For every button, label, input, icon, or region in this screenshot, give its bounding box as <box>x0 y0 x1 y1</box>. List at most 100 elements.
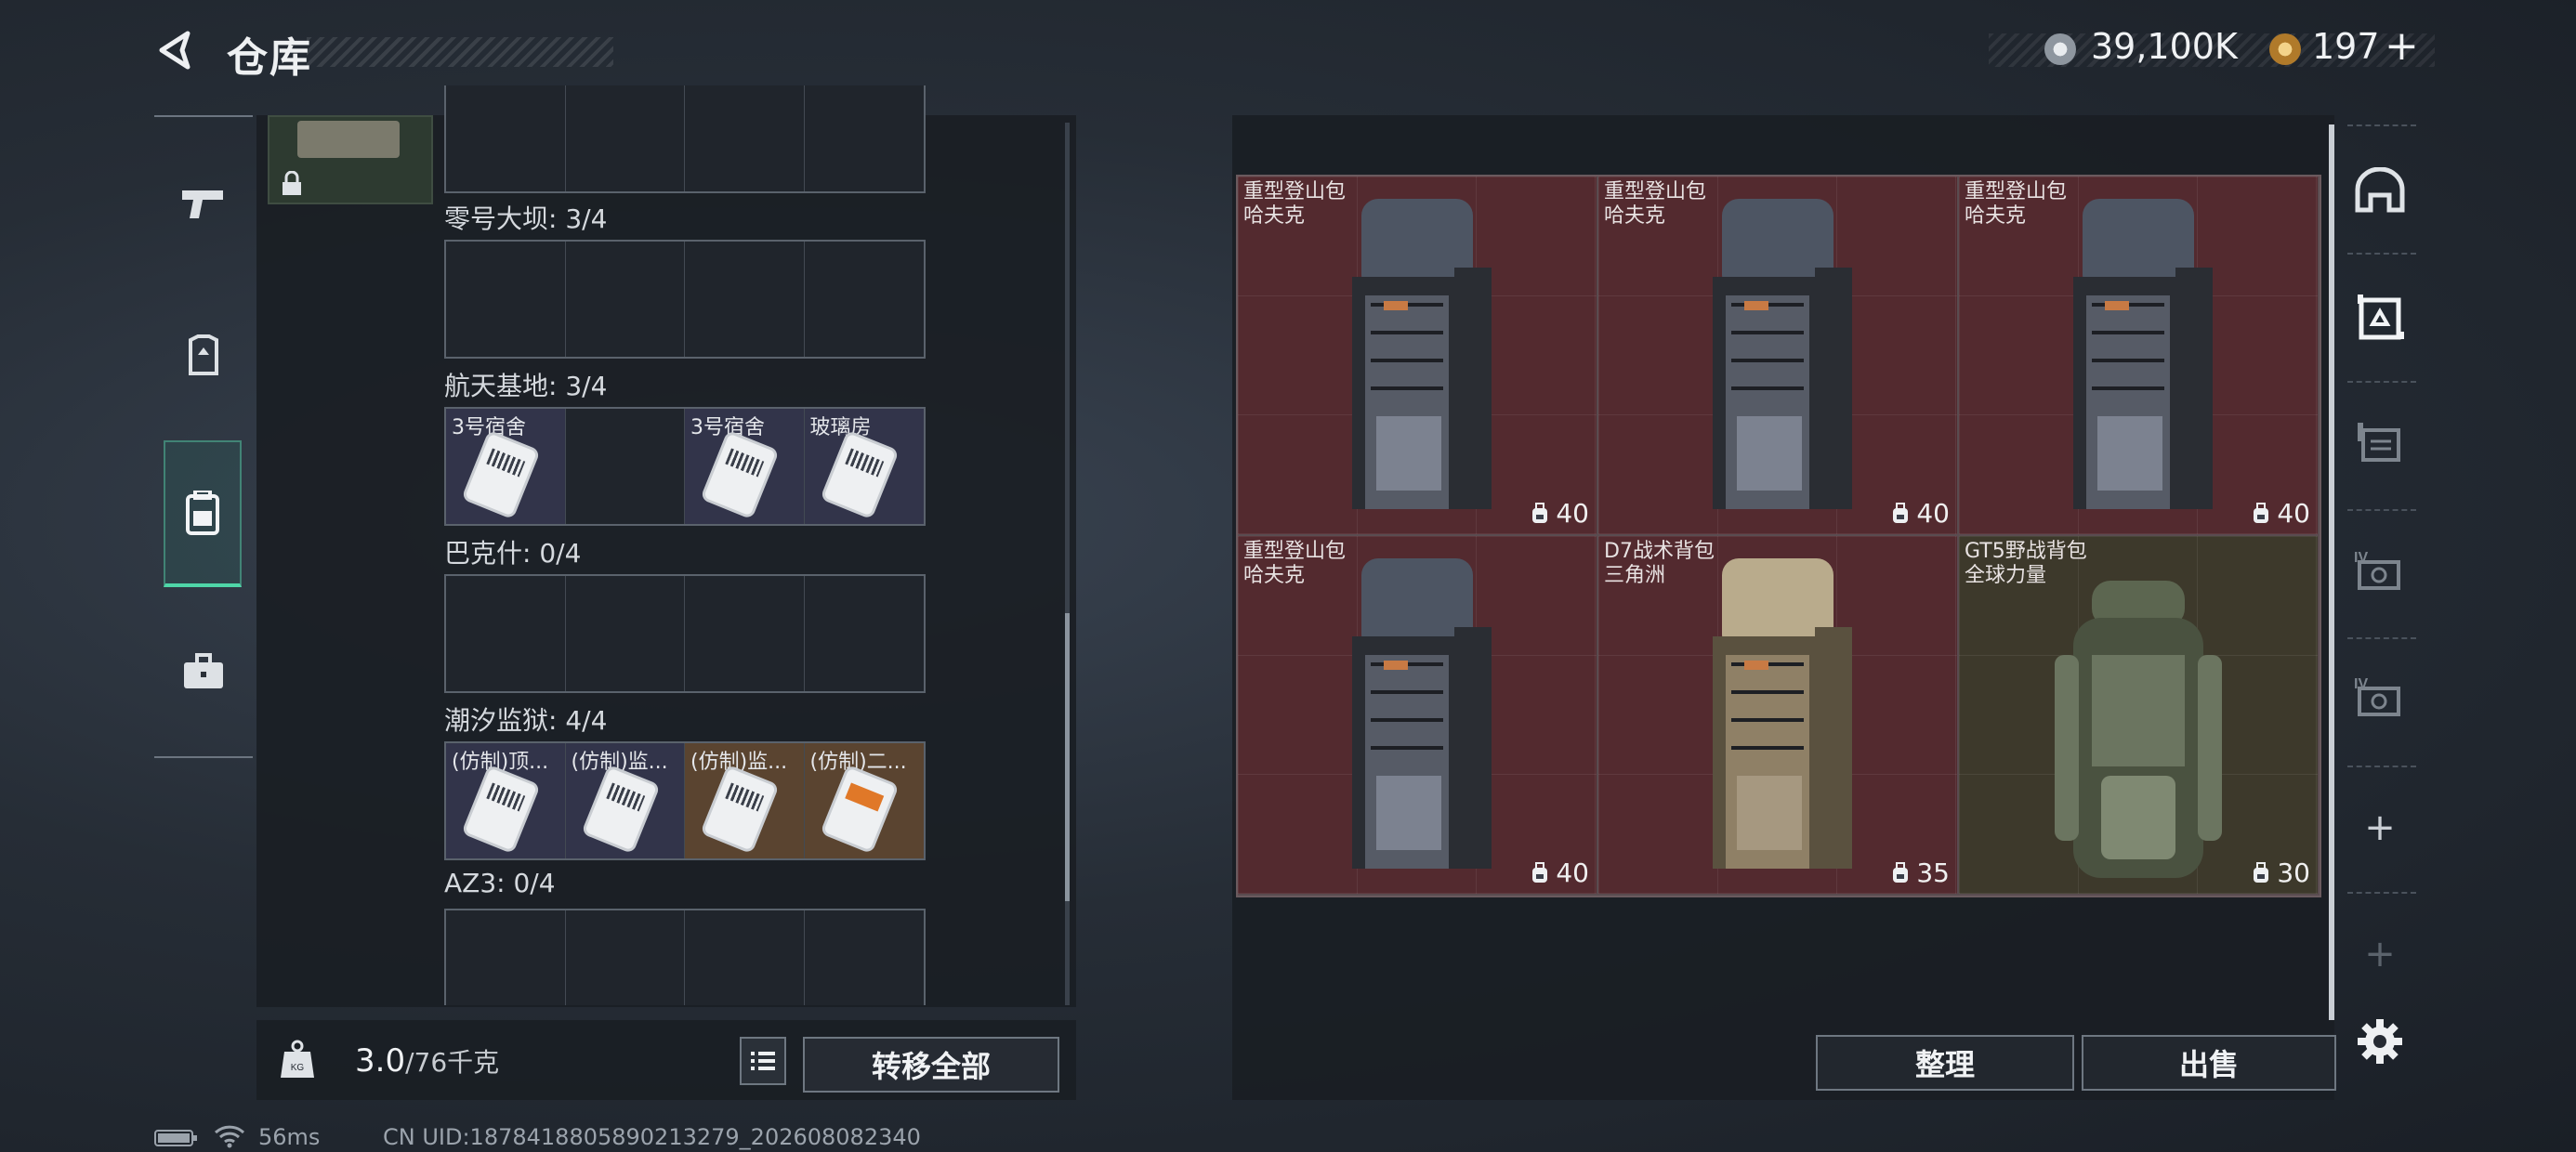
transfer-all-button[interactable]: 转移全部 <box>803 1037 1059 1093</box>
storage-cell[interactable] <box>805 910 925 1005</box>
storage-cell[interactable] <box>685 242 805 357</box>
capacity-backpack-icon <box>2254 861 2269 883</box>
weapons-tab[interactable] <box>164 164 243 243</box>
backpack-item[interactable]: D7战术背包 三角洲 35 <box>1598 536 1959 896</box>
backpack-item[interactable]: 重型登山包 哈夫克 40 <box>1238 536 1598 896</box>
backpack-image <box>1713 199 1852 509</box>
backpack-name-block: 重型登山包 哈夫克 <box>1965 180 2067 229</box>
backpack-name: GT5野战背包 <box>1965 540 2087 563</box>
page-title: 仓库 <box>227 34 312 82</box>
armor-iv-icon: IV <box>2354 676 2400 716</box>
storage-cell[interactable] <box>566 910 685 1005</box>
key-card-image <box>584 767 657 851</box>
backpack-brand: 哈夫克 <box>1604 204 1666 228</box>
key-card-cell[interactable]: (仿制)顶... <box>446 743 566 858</box>
storage-cell[interactable] <box>566 576 685 691</box>
storage-cell[interactable] <box>566 242 685 357</box>
uid-readout: CN UID:18784188058902132​79_202608082340 <box>383 1124 921 1150</box>
sell-button[interactable]: 出售 <box>2082 1035 2336 1091</box>
helmet-icon <box>2355 167 2405 213</box>
add-slot-button-disabled: + <box>2364 933 2396 975</box>
backpack-image <box>2073 199 2213 509</box>
storage-grid-partial <box>444 85 926 193</box>
add-slot-button[interactable]: + <box>2347 795 2412 860</box>
capacity-backpack-icon <box>1893 502 1909 523</box>
backpack-capacity: 35 <box>1890 857 1950 888</box>
silver-coin-icon <box>2044 33 2076 65</box>
storage-grid <box>444 909 926 1005</box>
backpack-tab[interactable] <box>164 440 242 587</box>
backpack-name: 重型登山包 <box>1243 540 1347 563</box>
backpack-item[interactable]: GT5野战背包 全球力量 30 <box>1959 536 2320 896</box>
key-card-cell[interactable]: (仿制)监... <box>565 743 685 858</box>
backpack-scrollbar[interactable] <box>2329 124 2334 1020</box>
key-card-image <box>822 433 896 517</box>
capacity-value: 40 <box>1556 498 1589 529</box>
storage-cell[interactable] <box>805 85 925 191</box>
svg-text:KG: KG <box>291 1063 305 1073</box>
armor-tab[interactable] <box>164 316 243 396</box>
storage-cell[interactable] <box>685 576 805 691</box>
right-nav-divider <box>2347 892 2416 894</box>
backpack-brand: 哈夫克 <box>1965 204 2027 228</box>
backpack-capacity: 40 <box>1890 498 1950 529</box>
backpack-item[interactable]: 重型登山包 哈夫克 40 <box>1238 177 1598 536</box>
backpack-name: 重型登山包 <box>1243 180 1347 203</box>
key-card-cell[interactable]: 3号宿舍 <box>685 409 805 524</box>
capacity-value: 30 <box>2277 857 2310 888</box>
key-card-cell[interactable]: 3号宿舍 <box>446 409 566 524</box>
list-view-button[interactable] <box>740 1037 786 1085</box>
gold-token-icon <box>2269 33 2301 65</box>
stash-item-slot[interactable] <box>268 115 433 204</box>
backpack-grid: 重型登山包 哈夫克 40 重型登山包 哈夫克 40 重型登山包 哈夫克 40 重… <box>1236 175 2321 897</box>
storage-cell[interactable] <box>446 910 566 1005</box>
key-card-name: (仿制)监... <box>571 751 668 774</box>
storage-cell[interactable] <box>805 576 925 691</box>
storage-cell[interactable] <box>566 85 685 191</box>
storage-cell[interactable] <box>685 85 805 191</box>
backpack-item[interactable]: 重型登山包 哈夫克 40 <box>1959 177 2320 536</box>
right-nav-divider <box>2347 253 2416 255</box>
key-card-image <box>465 433 537 517</box>
backpack-brand: 哈夫克 <box>1243 564 1306 587</box>
storage-cell[interactable] <box>446 576 566 691</box>
key-card-cell[interactable]: (仿制)二... <box>804 743 924 858</box>
add-currency-button[interactable]: + <box>2385 22 2419 70</box>
capacity-value: 40 <box>1556 857 1589 888</box>
nav-divider-top <box>154 115 253 117</box>
backpack-item[interactable]: 重型登山包 哈夫克 40 <box>1598 177 1959 536</box>
backpack-capacity: 40 <box>1530 857 1589 888</box>
back-arrow-icon[interactable] <box>156 30 197 71</box>
storage-cell[interactable] <box>446 242 566 357</box>
backpack-name: 重型登山包 <box>1604 180 1707 203</box>
equipment-tab[interactable] <box>164 632 243 712</box>
key-card-image <box>465 767 537 851</box>
backpack-name-block: D7战术背包 三角洲 <box>1604 540 1715 588</box>
storage-cell[interactable] <box>805 242 925 357</box>
settings-button[interactable] <box>2347 1009 2412 1074</box>
backpack-capacity: 40 <box>2251 498 2310 529</box>
storage-grid: 3号宿舍 3号宿舍 玻璃房 <box>444 407 926 526</box>
chest-rig-icon <box>2358 295 2404 340</box>
backpack-brand: 三角洲 <box>1604 564 1666 587</box>
weight-capacity: /76千克 <box>405 1047 500 1078</box>
storage-scroll-thumb[interactable] <box>1065 613 1070 901</box>
armor-iv-slot-tab[interactable]: IV <box>2347 539 2412 604</box>
section-label: 航天基地: 3/4 <box>444 371 608 401</box>
case-slot-tab[interactable] <box>2347 409 2412 474</box>
helmet-slot-tab[interactable] <box>2347 158 2412 223</box>
key-card-cell[interactable]: 玻璃房 <box>804 409 924 524</box>
weight-readout: 3.0/76千克 <box>355 1042 499 1080</box>
storage-cell[interactable] <box>566 409 685 524</box>
capacity-backpack-icon <box>1532 861 1548 883</box>
section-label: 零号大坝: 3/4 <box>444 203 608 234</box>
armor-iv-slot-tab-2[interactable]: IV <box>2347 665 2412 730</box>
storage-cell[interactable] <box>446 85 566 191</box>
backpack-name-block: 重型登山包 哈夫克 <box>1604 180 1706 229</box>
key-card-cell[interactable]: (仿制)监... <box>685 743 805 858</box>
section-label: AZ3: 0/4 <box>444 868 556 898</box>
backpack-name-block: GT5野战背包 全球力量 <box>1965 540 2087 588</box>
storage-cell[interactable] <box>685 910 805 1005</box>
chest-rig-slot-tab[interactable] <box>2347 284 2412 349</box>
arrange-button[interactable]: 整理 <box>1816 1035 2074 1091</box>
